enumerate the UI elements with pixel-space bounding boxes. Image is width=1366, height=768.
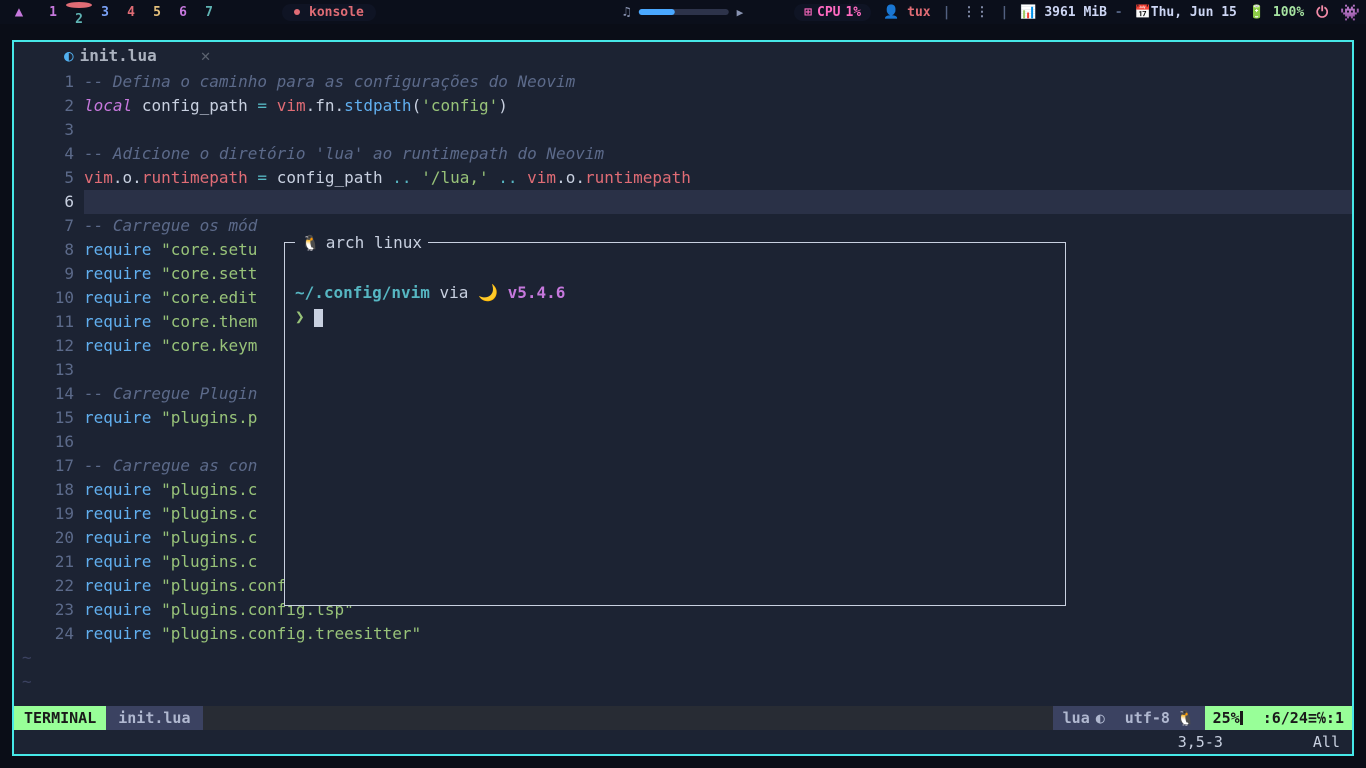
user-widget: 👤 tux: [883, 5, 931, 20]
status-position: :6/24≡℅:1: [1255, 706, 1352, 730]
arch-logo-icon: ▲: [6, 4, 32, 20]
code-line: -- Carregue os mód: [84, 216, 257, 235]
empty-line-tilde: ~: [14, 670, 32, 694]
code-line: -- Carregue Plugin: [84, 384, 257, 403]
code-line: -- Defina o caminho para as configuraçõe…: [84, 72, 575, 91]
date-widget: 📅Thu, Jun 15: [1135, 5, 1237, 20]
lua-file-icon: ◐: [64, 44, 74, 68]
cpu-icon: ⊞: [804, 5, 812, 20]
command-line[interactable]: 3,5-3 All: [14, 730, 1352, 754]
code-line: -- Adicione o diretório 'lua' ao runtime…: [84, 144, 604, 163]
empty-line-tilde: ~: [14, 646, 32, 670]
floating-terminal-title: 🐧 arch linux: [295, 231, 428, 255]
status-filetype: lua ◐: [1053, 706, 1115, 730]
workspace-7[interactable]: 7: [196, 5, 222, 20]
active-window-name: konsole: [282, 4, 376, 21]
battery-widget: 🔋 100%: [1249, 5, 1304, 20]
terminal-cursor: [314, 309, 323, 327]
shell-input-line[interactable]: ❯: [295, 305, 1055, 329]
tux-icon: 🐧: [1176, 706, 1195, 730]
code-line: require "plugins.config.treesitter": [84, 622, 1352, 646]
calendar-icon: 📅: [1135, 5, 1151, 20]
status-line: TERMINAL init.lua lua ◐ utf-8 🐧 25% :6/2…: [14, 706, 1352, 730]
code-line: -- Carregue as con: [84, 456, 257, 475]
status-filename: init.lua: [106, 706, 202, 730]
terminal-window[interactable]: ◐ init.lua ✕ 1-- Defina o caminho para a…: [12, 40, 1354, 756]
cpu-widget: ⊞ CPU 1%: [794, 4, 871, 21]
cpu-value: 1%: [845, 5, 861, 20]
workspace-4[interactable]: 4: [118, 5, 144, 20]
play-icon[interactable]: ▶: [737, 6, 744, 19]
status-encoding: utf-8 🐧: [1115, 706, 1205, 730]
tux-icon: 🐧: [301, 231, 320, 255]
cpu-label: CPU: [817, 5, 840, 20]
power-icon[interactable]: ⏻: [1316, 3, 1328, 21]
close-tab-icon[interactable]: ✕: [201, 44, 211, 68]
editor-viewport[interactable]: 1-- Defina o caminho para as configuraçõ…: [14, 70, 1352, 706]
music-progress[interactable]: [639, 9, 729, 15]
scroll-indicator: All: [1313, 730, 1340, 754]
workspace-2[interactable]: 2: [66, 0, 92, 27]
shell-prompt-line: ~/.config/nvim via 🌙 v5.4.6: [295, 281, 1055, 305]
discord-icon[interactable]: 👾: [1340, 3, 1360, 22]
music-icon: ♫: [623, 5, 631, 20]
buffer-tab-filename[interactable]: init.lua: [80, 44, 157, 68]
lua-icon: ◐: [1096, 706, 1105, 730]
code-line: vim.o.runtimepath = config_path .. '/lua…: [84, 166, 1352, 190]
wifi-icon[interactable]: ⋮⋮: [962, 5, 988, 20]
code-line: local config_path = vim.fn.stdpath('conf…: [84, 94, 1352, 118]
workspace-3[interactable]: 3: [92, 5, 118, 20]
memory-widget: 📊 3961 MiB -: [1020, 5, 1122, 20]
moon-icon: 🌙: [478, 283, 498, 302]
music-widget[interactable]: ♫ ▶: [623, 5, 743, 20]
workspace-6[interactable]: 6: [170, 5, 196, 20]
status-percent: 25%: [1205, 706, 1255, 730]
buffer-tab-bar: ◐ init.lua ✕: [14, 42, 1352, 70]
floating-terminal[interactable]: 🐧 arch linux ~/.config/nvim via 🌙 v5.4.6…: [284, 242, 1066, 606]
status-mode: TERMINAL: [14, 706, 106, 730]
top-bar: ▲ 1 2 3 4 5 6 7 konsole ♫ ▶ ⊞ CPU 1% 👤 t…: [0, 0, 1366, 24]
ruler: 3,5-3: [1178, 730, 1223, 754]
current-line: [84, 190, 1352, 214]
workspace-5[interactable]: 5: [144, 5, 170, 20]
workspace-1[interactable]: 1: [40, 5, 66, 20]
workspace-list: ▲ 1 2 3 4 5 6 7: [6, 0, 222, 27]
